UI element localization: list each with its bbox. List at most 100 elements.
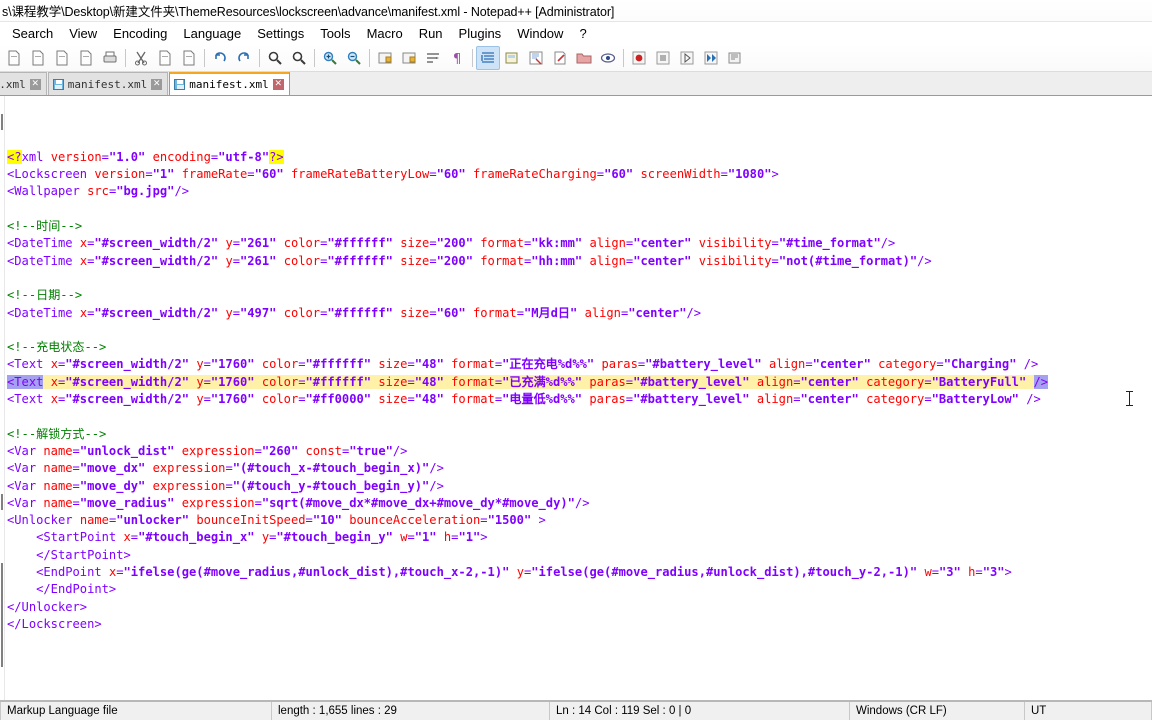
menu-view[interactable]: View [61,25,105,42]
code-line[interactable]: <EndPoint x="ifelse(ge(#move_radius,#unl… [7,564,1152,581]
toolbar-function-list-button[interactable] [548,46,572,70]
replace-icon [292,51,306,65]
code-view[interactable]: <?xml version="1.0" encoding="utf-8"?> <L… [5,96,1152,700]
code-token: "261" [240,236,277,251]
code-line[interactable] [7,201,1152,218]
close-icon[interactable]: ✕ [29,78,41,90]
code-line[interactable] [7,322,1152,339]
code-line[interactable]: <Text x="#screen_width/2" y="1760" color… [7,391,1152,408]
toolbar-copy-button[interactable] [153,46,177,70]
menu-settings[interactable]: Settings [249,25,312,42]
code-token: = [429,167,437,182]
menu-window[interactable]: Window [509,25,571,42]
toolbar-show-all-chars-button[interactable]: ¶ [445,46,469,70]
code-token: "200" [436,253,473,268]
toolbar-replace-button[interactable] [287,46,311,70]
toolbar-save-button[interactable] [50,46,74,70]
menu-help[interactable]: ? [571,25,594,42]
code-line[interactable]: <!--日期--> [7,287,1152,304]
code-token: align [768,357,806,372]
toolbar-folder-as-workspace-button[interactable] [572,46,596,70]
code-token: "60" [436,167,466,182]
toolbar-stop-macro-button[interactable] [651,46,675,70]
code-line[interactable]: <DateTime x="#screen_width/2" y="261" co… [7,235,1152,252]
toolbar-sync-scroll-v-button[interactable] [373,46,397,70]
toolbar-document-map-button[interactable] [524,46,548,70]
toolbar-record-macro-button[interactable] [627,46,651,70]
menu-search[interactable]: Search [4,25,61,42]
document-tab-bar[interactable]: st.xml✕manifest.xml✕manifest.xml✕ [0,72,1152,96]
code-line[interactable]: <Lockscreen version="1" frameRate="60" f… [7,166,1152,183]
toolbar-print-button[interactable] [98,46,122,70]
code-line[interactable]: <!--充电状态--> [7,339,1152,356]
close-icon[interactable]: ✕ [272,79,284,90]
code-line[interactable]: <StartPoint x="#touch_begin_x" y="#touch… [7,529,1152,546]
toolbar-new-file-button[interactable] [2,46,26,70]
toolbar-indent-guide-button[interactable] [476,45,500,70]
toolbar[interactable]: ¶ [0,44,1152,72]
menu-plugins[interactable]: Plugins [451,25,510,42]
code-token: "BatteryFull" [931,374,1027,389]
code-line[interactable]: <?xml version="1.0" encoding="utf-8"?> [7,149,1152,166]
code-line[interactable]: <Unlocker name = "unlocker" bounceInitSpee… [7,512,1152,529]
toolbar-user-define-dialog-button[interactable] [500,46,524,70]
editor-area[interactable]: <?xml version="1.0" encoding="utf-8"?> <L… [0,96,1152,700]
editor-tab-2[interactable]: manifest.xml ✕ [47,72,169,95]
menu-encoding[interactable]: Encoding [105,25,175,42]
code-token: const [305,443,342,458]
toolbar-zoom-in-button[interactable] [318,46,342,70]
code-line[interactable]: <!--解锁方式--> [7,426,1152,443]
fast-play-macro-icon [704,51,718,64]
toolbar-save-all-button[interactable] [74,46,98,70]
code-token: color [283,305,321,320]
toolbar-open-file-button[interactable] [26,46,50,70]
code-line[interactable]: </Lockscreen> [7,616,1152,633]
code-line[interactable]: <Var name="move_radius" expression="sqrt… [7,495,1152,512]
toolbar-fast-play-macro-button[interactable] [699,46,723,70]
code-token: "kk:mm" [531,236,583,251]
editor-tab-1[interactable]: st.xml✕ [0,72,47,95]
code-line[interactable]: </StartPoint> [7,547,1152,564]
toolbar-find-button[interactable] [263,46,287,70]
toolbar-word-wrap-button[interactable] [421,46,445,70]
code-line[interactable] [7,270,1152,287]
code-line[interactable] [7,408,1152,425]
code-line[interactable]: <Text x="#screen_width/2" y="1760" color… [7,356,1152,373]
close-icon[interactable]: ✕ [151,78,163,90]
code-token: name [43,478,73,493]
editor-tab-3[interactable]: manifest.xml ✕ [169,72,290,95]
code-line[interactable]: <Var name="move_dx" expression="(#touch_… [7,460,1152,477]
code-token: format [473,305,517,320]
code-line[interactable]: </Unlocker> [7,599,1152,616]
code-token: paras [601,357,638,372]
code-line[interactable]: <DateTime x="#screen_width/2" y="497" co… [7,305,1152,322]
toolbar-cut-button[interactable] [129,46,153,70]
menu-tools[interactable]: Tools [312,25,358,42]
menu-run[interactable]: Run [411,25,451,42]
toolbar-save-macro-button[interactable] [723,46,747,70]
code-line[interactable]: <Var name="move_dy" expression="(#touch_… [7,478,1152,495]
code-token: <Wallpaper [7,184,80,199]
menu-bar[interactable]: Search View Encoding Language Settings Tools M… [0,22,1152,44]
toolbar-undo-button[interactable] [208,46,232,70]
menu-macro[interactable]: Macro [359,25,411,42]
code-token: x [123,530,131,545]
menu-language[interactable]: Language [175,25,249,42]
toolbar-monitoring-button[interactable] [596,46,620,70]
code-line[interactable]: <DateTime x="#screen_width/2" y="261" co… [7,253,1152,270]
toolbar-sync-scroll-h-button[interactable] [397,46,421,70]
toolbar-play-macro-button[interactable] [675,46,699,70]
code-line[interactable]: <Text x="#screen_width/2" y="1760" color… [7,374,1152,391]
code-line[interactable]: <Wallpaper src="bg.jpg"/> [7,183,1152,200]
toolbar-redo-button[interactable] [232,46,256,70]
code-line[interactable]: <!--时间--> [7,218,1152,235]
toolbar-zoom-out-button[interactable] [342,46,366,70]
code-line[interactable]: <Var name="unlock_dist" expression="260"… [7,443,1152,460]
code-line[interactable]: </EndPoint> [7,581,1152,598]
toolbar-paste-button[interactable] [177,46,201,70]
code-token: "#ffffff" [327,236,393,251]
